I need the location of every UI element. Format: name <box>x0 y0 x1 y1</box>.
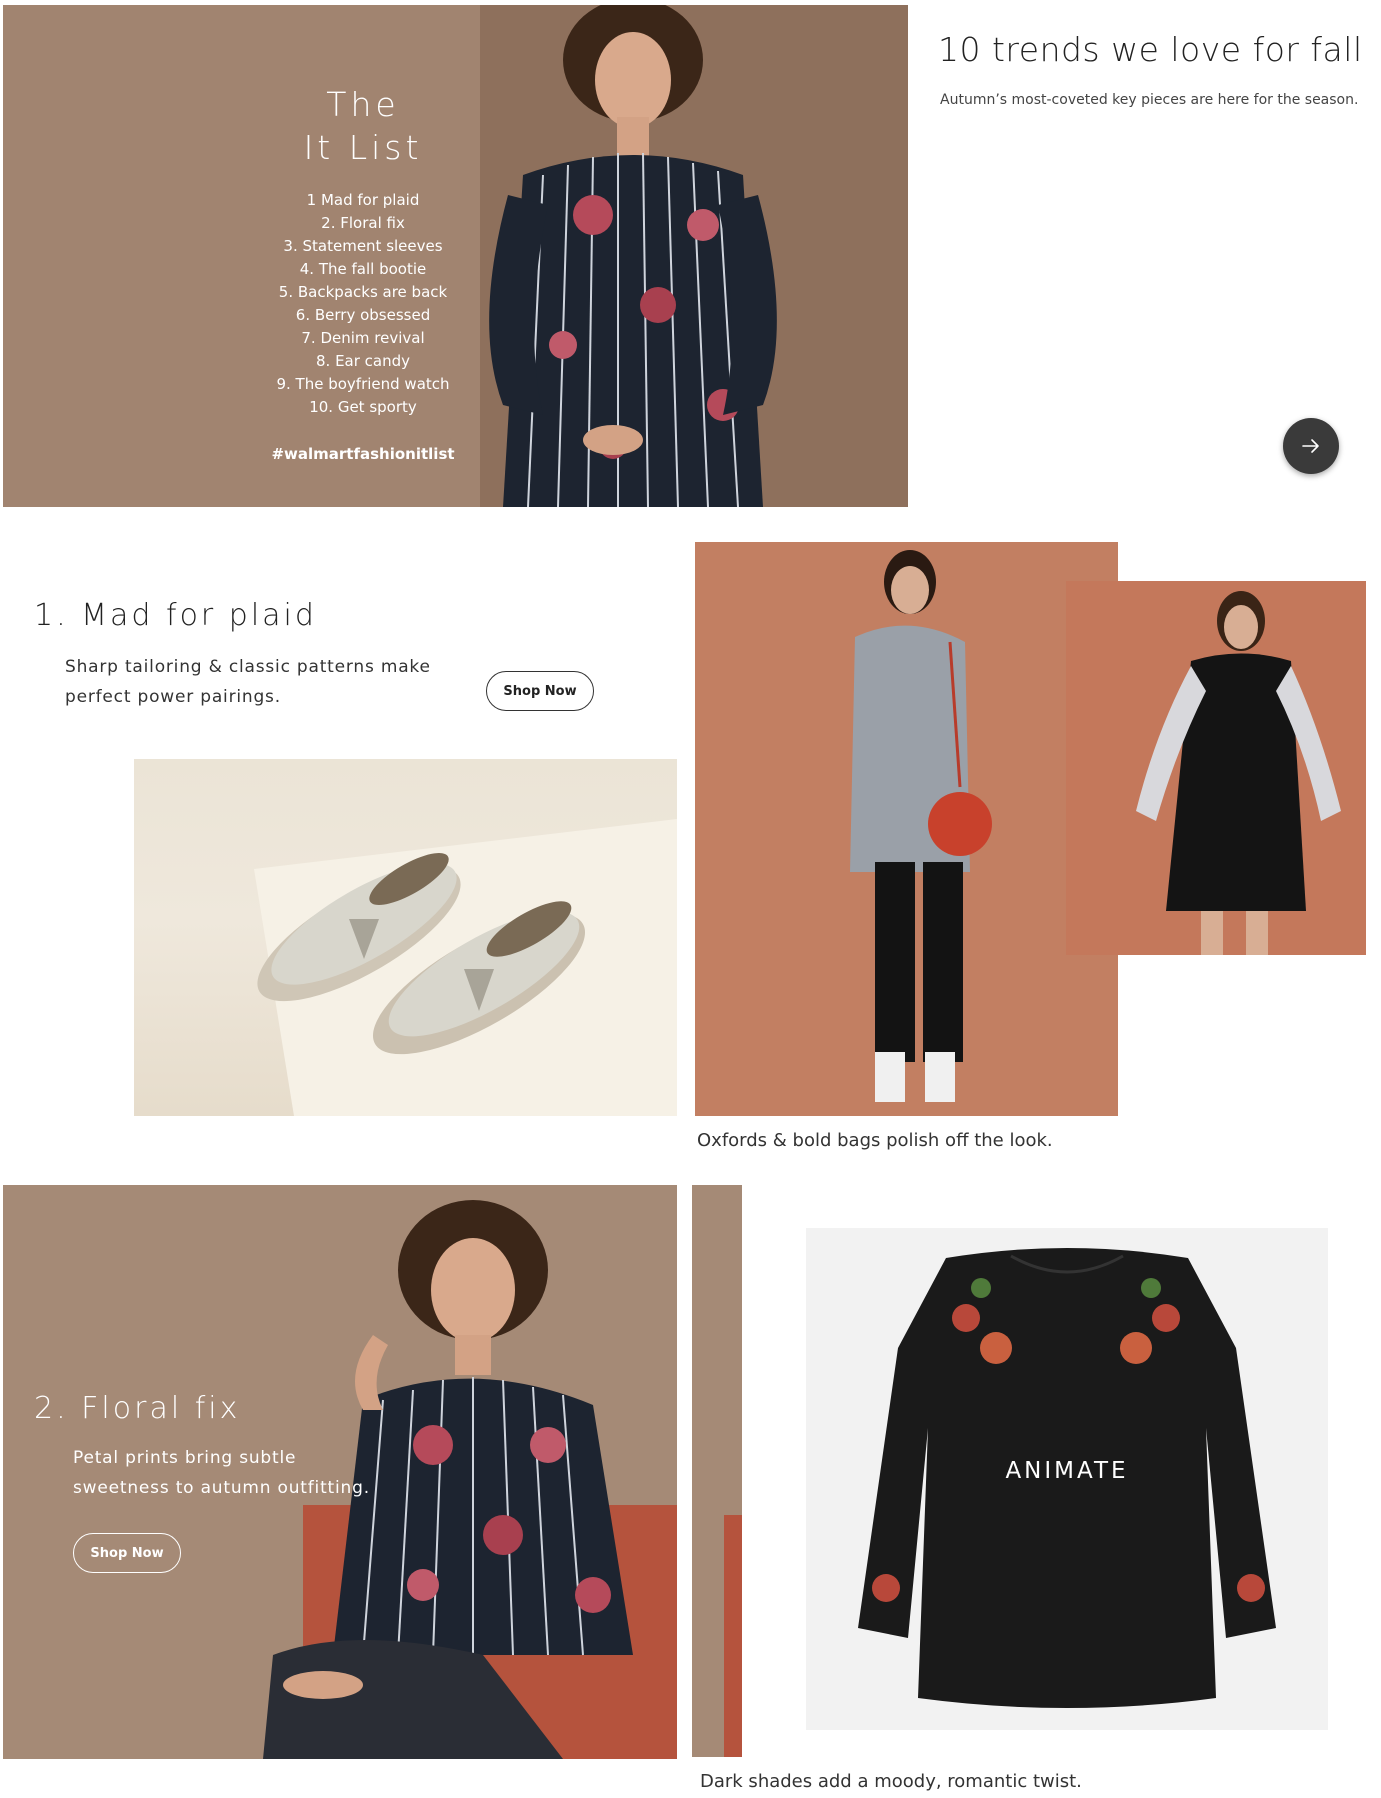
image-caption: Dark shades add a moody, romantic twist. <box>700 1771 1082 1792</box>
trend-list-item: 3. Statement sleeves <box>283 237 443 255</box>
description-line: perfect power pairings. <box>65 687 281 707</box>
section-description-plaid: Sharp tailoring & classic patterns make … <box>65 652 445 712</box>
product-brand-label: ANIMATE <box>1005 1458 1129 1484</box>
oxford-shoes-image[interactable] <box>134 759 677 1116</box>
shop-now-button[interactable]: Shop Now <box>486 671 594 711</box>
section-title-plaid: 1. Mad for plaid <box>34 598 317 633</box>
strip-illustration <box>692 1185 742 1757</box>
shoes-illustration <box>254 819 677 1116</box>
hero-title-line1: The <box>326 85 400 124</box>
carousel-edge-image <box>692 1185 742 1757</box>
dress-model-illustration <box>1066 581 1366 955</box>
floral-blouse-product-image[interactable]: ANIMATE <box>806 1228 1328 1730</box>
page-subtitle: Autumn’s most-coveted key pieces are her… <box>940 92 1359 108</box>
trend-list-item: 4. The fall bootie <box>299 260 427 278</box>
trend-list-item: 9. The boyfriend watch <box>276 375 450 393</box>
page-title: 10 trends we love for fall <box>938 30 1363 69</box>
black-dress-look-image[interactable] <box>1066 581 1366 955</box>
section-description-floral: Petal prints bring subtle sweetness to a… <box>73 1443 393 1503</box>
image-caption: Oxfords & bold bags polish off the look. <box>697 1130 1053 1151</box>
description-line: sweetness to autumn outfitting. <box>73 1478 370 1498</box>
hero-banner: The It List 1 Mad for plaid 2. Floral fi… <box>3 5 908 507</box>
trend-list-item: 10. Get sporty <box>309 398 417 416</box>
hashtag: #walmartfashionitlist <box>271 445 455 463</box>
trend-list-item: 6. Berry obsessed <box>295 306 431 324</box>
description-line: Sharp tailoring & classic patterns make <box>65 657 431 677</box>
trend-list-item: 7. Denim revival <box>301 329 425 347</box>
arrow-right-icon <box>1302 439 1319 453</box>
hero-title-line2: It List <box>303 128 423 167</box>
section-title-floral: 2. Floral fix <box>34 1391 241 1426</box>
trend-list-item: 1 Mad for plaid <box>306 191 420 209</box>
trend-list-item: 8. Ear candy <box>315 352 411 370</box>
trend-list: 1 Mad for plaid 2. Floral fix 3. Stateme… <box>233 189 493 419</box>
blazer-model-illustration <box>695 542 1118 1116</box>
hero-title: The It List <box>233 83 493 169</box>
trend-list-item: 5. Backpacks are back <box>278 283 448 301</box>
description-line: Petal prints bring subtle <box>73 1448 297 1468</box>
next-slide-button[interactable] <box>1283 418 1339 474</box>
trend-list-item: 2. Floral fix <box>321 214 405 232</box>
shop-now-button[interactable]: Shop Now <box>73 1533 181 1573</box>
plaid-blazer-look-image[interactable] <box>695 542 1118 1116</box>
